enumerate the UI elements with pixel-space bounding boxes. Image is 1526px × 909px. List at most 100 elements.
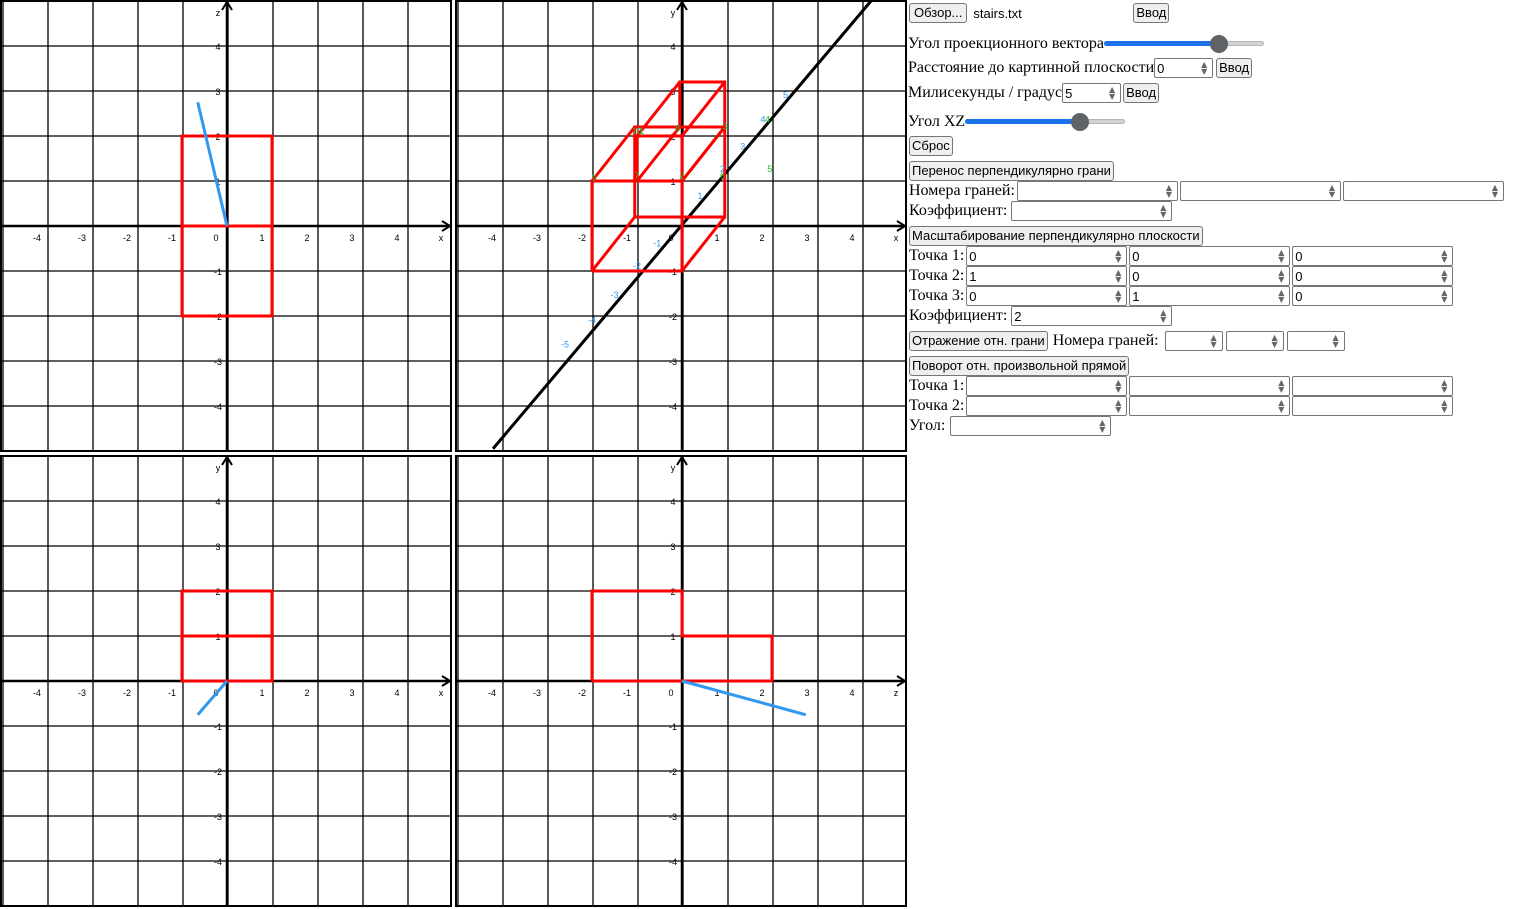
scale-point2-z[interactable]: 0 ▲ ▼: [1292, 266, 1454, 286]
vertex-label: 4: [765, 115, 770, 125]
scale-point3-x[interactable]: 0 ▲ ▼: [966, 286, 1128, 306]
x-tick-label: 4: [394, 233, 399, 243]
scale-point2-x[interactable]: 1 ▲ ▼: [966, 266, 1128, 286]
scale-point3-y[interactable]: 1 ▲ ▼: [1129, 286, 1291, 306]
scale-point1-x[interactable]: 0 ▲ ▼: [966, 246, 1128, 266]
spinner-icon[interactable]: ▲ ▼: [1157, 204, 1169, 219]
distance-enter-button[interactable]: Ввод: [1216, 58, 1253, 78]
rotate-point2-y[interactable]: ▲ ▼: [1129, 396, 1291, 416]
spinner-icon[interactable]: ▲ ▼: [1326, 184, 1338, 199]
xz-angle-slider[interactable]: [965, 112, 1126, 132]
x-tick-label: -2: [123, 688, 131, 698]
scale-plane-button[interactable]: Масштабирование перпендикулярно плоскост…: [909, 226, 1203, 246]
spinner-icon[interactable]: ▲ ▼: [1096, 419, 1108, 434]
x-tick-label: -2: [578, 233, 586, 243]
spinner-icon[interactable]: ▲ ▼: [1112, 249, 1124, 264]
spinner-icon[interactable]: ▲ ▼: [1489, 184, 1501, 199]
vertex-label: 3: [722, 121, 727, 131]
reflect-face-button[interactable]: Отражение отн. грани: [909, 331, 1048, 351]
spinner-icon[interactable]: ▲ ▼: [1157, 309, 1169, 324]
spinner-icon[interactable]: ▲ ▼: [1112, 399, 1124, 414]
load-enter-button[interactable]: Ввод: [1133, 3, 1170, 23]
rotate-point1-y[interactable]: ▲ ▼: [1129, 376, 1291, 396]
slider-thumb[interactable]: [1210, 35, 1229, 53]
spinner-icon[interactable]: ▲ ▼: [1275, 249, 1287, 264]
reset-button[interactable]: Сброс: [909, 136, 953, 156]
scale-point2-label: Точка 2:: [909, 267, 965, 284]
rotate-line-button[interactable]: Поворот отн. произвольной прямой: [909, 356, 1130, 376]
spinner-icon[interactable]: ▲ ▼: [1198, 61, 1210, 76]
projection-angle-label: Угол проекционного вектора: [908, 35, 1104, 52]
x-tick-label: -3: [533, 688, 541, 698]
spinner-icon[interactable]: ▲ ▼: [1269, 334, 1281, 349]
control-panel: Обзор... stairs.txt Ввод Угол проекционн…: [908, 0, 1526, 909]
translate-face-button[interactable]: Перенос перпендикулярно грани: [909, 161, 1114, 181]
spinner-icon[interactable]: ▲ ▼: [1106, 86, 1118, 101]
spinner-icon[interactable]: ▲ ▼: [1330, 334, 1342, 349]
translate-coef-input[interactable]: ▲ ▼: [1011, 201, 1173, 221]
rotate-point1-z[interactable]: ▲ ▼: [1292, 376, 1454, 396]
y-tick-label: -4: [214, 857, 222, 867]
x-tick-label: -2: [123, 233, 131, 243]
projection-axis-tick: -3: [610, 290, 618, 300]
reflect-face-input-3[interactable]: ▲ ▼: [1286, 331, 1345, 351]
spinner-icon[interactable]: ▲ ▼: [1112, 269, 1124, 284]
rotate-angle-input[interactable]: ▲ ▼: [950, 416, 1112, 436]
xz-angle-label: Угол XZ: [908, 113, 966, 130]
scale-point1-label: Точка 1:: [909, 247, 965, 264]
translate-face-input-3[interactable]: ▲ ▼: [1342, 181, 1504, 201]
reflect-face-input-2[interactable]: ▲ ▼: [1225, 331, 1284, 351]
y-tick-label: -1: [214, 267, 222, 277]
y-tick-label: -2: [669, 312, 677, 322]
ms-per-degree-input[interactable]: 5 ▲ ▼: [1062, 83, 1122, 103]
rotate-point2-z[interactable]: ▲ ▼: [1292, 396, 1454, 416]
ms-enter-button[interactable]: Ввод: [1123, 83, 1160, 103]
x-tick-label: -3: [533, 233, 541, 243]
spinner-icon[interactable]: ▲ ▼: [1438, 249, 1450, 264]
scale-point1-z[interactable]: 0 ▲ ▼: [1292, 246, 1454, 266]
y-tick-label: 4: [215, 42, 220, 52]
rotate-point2-x[interactable]: ▲ ▼: [966, 396, 1128, 416]
projection-axis-tick: -2: [633, 261, 641, 271]
spinner-icon[interactable]: ▲ ▼: [1112, 379, 1124, 394]
projection-axis-tick: 5: [783, 90, 788, 100]
slider-thumb[interactable]: [1071, 113, 1090, 131]
translate-face-input-1[interactable]: ▲ ▼: [1016, 181, 1178, 201]
spinner-icon[interactable]: ▲ ▼: [1208, 334, 1220, 349]
spinner-icon[interactable]: ▲ ▼: [1438, 289, 1450, 304]
spinner-icon[interactable]: ▲ ▼: [1112, 289, 1124, 304]
vertex-label: 6: [720, 171, 725, 181]
y-tick-label: 3: [670, 542, 675, 552]
y-tick-label: 4: [670, 42, 675, 52]
y-tick-label: -2: [214, 767, 222, 777]
translate-face-input-2[interactable]: ▲ ▼: [1179, 181, 1341, 201]
x-tick-label: -1: [623, 688, 631, 698]
spinner-icon[interactable]: ▲ ▼: [1275, 399, 1287, 414]
spinner-icon[interactable]: ▲ ▼: [1438, 379, 1450, 394]
rotate-point1-x[interactable]: ▲ ▼: [966, 376, 1128, 396]
vertical-axis-label: z: [216, 8, 221, 18]
spinner-icon[interactable]: ▲ ▼: [1438, 399, 1450, 414]
x-tick-label: 1: [259, 233, 264, 243]
browse-button[interactable]: Обзор...: [909, 3, 968, 23]
x-tick-label: 4: [394, 688, 399, 698]
x-tick-label: -3: [78, 233, 86, 243]
projection-angle-slider[interactable]: [1103, 34, 1264, 54]
scale-point2-y[interactable]: 0 ▲ ▼: [1129, 266, 1291, 286]
spinner-icon[interactable]: ▲ ▼: [1163, 184, 1175, 199]
projection-axis-tick: -1: [653, 238, 661, 248]
scale-coef-input[interactable]: 2 ▲ ▼: [1011, 306, 1173, 326]
spinner-icon[interactable]: ▲ ▼: [1275, 379, 1287, 394]
x-tick-label: -3: [78, 688, 86, 698]
x-tick-label: 2: [759, 233, 764, 243]
vertex-label: 5: [767, 164, 772, 174]
y-tick-label: -3: [669, 357, 677, 367]
distance-input[interactable]: 0 ▲ ▼: [1154, 58, 1214, 78]
spinner-icon[interactable]: ▲ ▼: [1275, 269, 1287, 284]
spinner-icon[interactable]: ▲ ▼: [1275, 289, 1287, 304]
scale-point1-y[interactable]: 0 ▲ ▼: [1129, 246, 1291, 266]
translate-faces-label: Номера граней:: [909, 182, 1015, 199]
reflect-face-input-1[interactable]: ▲ ▼: [1164, 331, 1223, 351]
spinner-icon[interactable]: ▲ ▼: [1438, 269, 1450, 284]
scale-point3-z[interactable]: 0 ▲ ▼: [1292, 286, 1454, 306]
